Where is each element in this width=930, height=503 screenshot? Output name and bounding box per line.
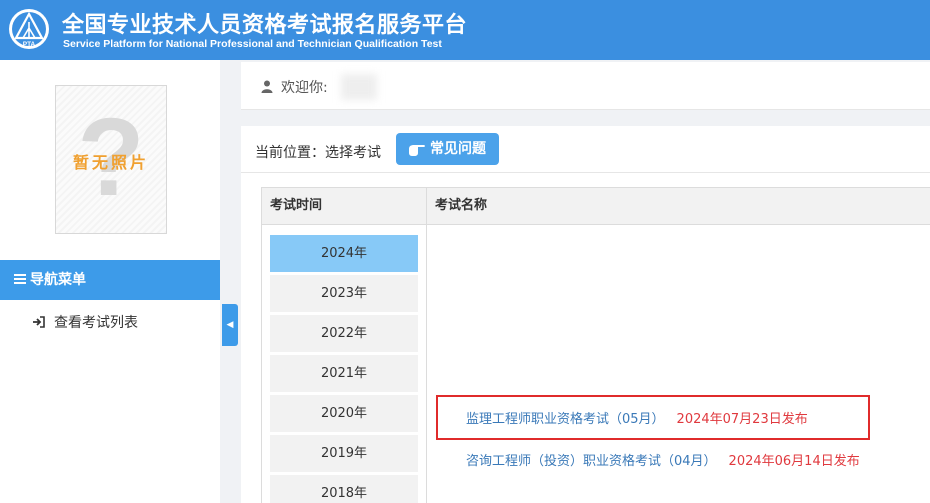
username-redacted — [341, 74, 377, 100]
nav-menu-header[interactable]: 导航菜单 — [0, 260, 220, 300]
faq-button[interactable]: 常见问题 — [396, 133, 499, 165]
faq-button-label: 常见问题 — [430, 141, 486, 157]
header-exam-time: 考试时间 — [270, 198, 323, 213]
column-divider — [426, 188, 427, 503]
main-panel: 当前位置：选择考试 常见问题 考试时间 考试名称 2024年 2023年 202… — [241, 126, 930, 503]
header-exam-name: 考试名称 — [435, 198, 488, 213]
exam-link[interactable]: 咨询工程师（投资）职业资格考试（04月） — [466, 454, 717, 469]
site-title: 全国专业技术人员资格考试报名服务平台 — [62, 13, 468, 38]
year-tab-2019[interactable]: 2019年 — [270, 435, 418, 473]
pointing-hand-icon — [409, 145, 425, 156]
top-header: PTA 全国专业技术人员资格考试报名服务平台 Service Platform … — [0, 0, 930, 60]
caret-left-icon: ◀ — [226, 320, 234, 330]
sidebar-item-label: 查看考试列表 — [54, 315, 138, 331]
user-photo-placeholder: ? 暂无照片 — [55, 85, 167, 234]
nav-menu-title: 导航菜单 — [30, 272, 86, 288]
sidebar: ? 暂无照片 导航菜单 查看考试列表 — [0, 60, 220, 503]
breadcrumb: 当前位置：选择考试 — [255, 145, 381, 161]
table-header: 考试时间 考试名称 — [262, 188, 930, 225]
welcome-label: 欢迎你: — [281, 80, 328, 96]
sign-in-icon — [33, 316, 45, 328]
highlight-box — [436, 395, 870, 440]
site-subtitle: Service Platform for National Profession… — [63, 38, 442, 50]
year-tab-2018[interactable]: 2018年 — [270, 475, 418, 503]
user-icon — [261, 80, 273, 93]
logo-text: PTA — [23, 41, 36, 48]
year-tab-2021[interactable]: 2021年 — [270, 355, 418, 393]
year-tab-2024[interactable]: 2024年 — [270, 235, 418, 273]
pta-logo-icon: PTA — [9, 9, 49, 49]
year-tab-2023[interactable]: 2023年 — [270, 275, 418, 313]
year-tab-2020[interactable]: 2020年 — [270, 395, 418, 433]
exam-list-item: 咨询工程师（投资）职业资格考试（04月） 2024年06月14日发布 — [466, 450, 860, 469]
year-tab-2022[interactable]: 2022年 — [270, 315, 418, 353]
divider — [241, 172, 930, 173]
no-photo-label: 暂无照片 — [72, 153, 149, 172]
sidebar-collapse-button[interactable]: ◀ — [222, 304, 238, 346]
exam-publish-date: 2024年06月14日发布 — [728, 454, 860, 469]
welcome-bar: 欢迎你: — [241, 62, 930, 110]
menu-icon — [14, 274, 26, 284]
exam-table: 考试时间 考试名称 2024年 2023年 2022年 2021年 2020年 … — [261, 187, 930, 503]
sidebar-item-exam-list[interactable]: 查看考试列表 — [32, 312, 138, 334]
